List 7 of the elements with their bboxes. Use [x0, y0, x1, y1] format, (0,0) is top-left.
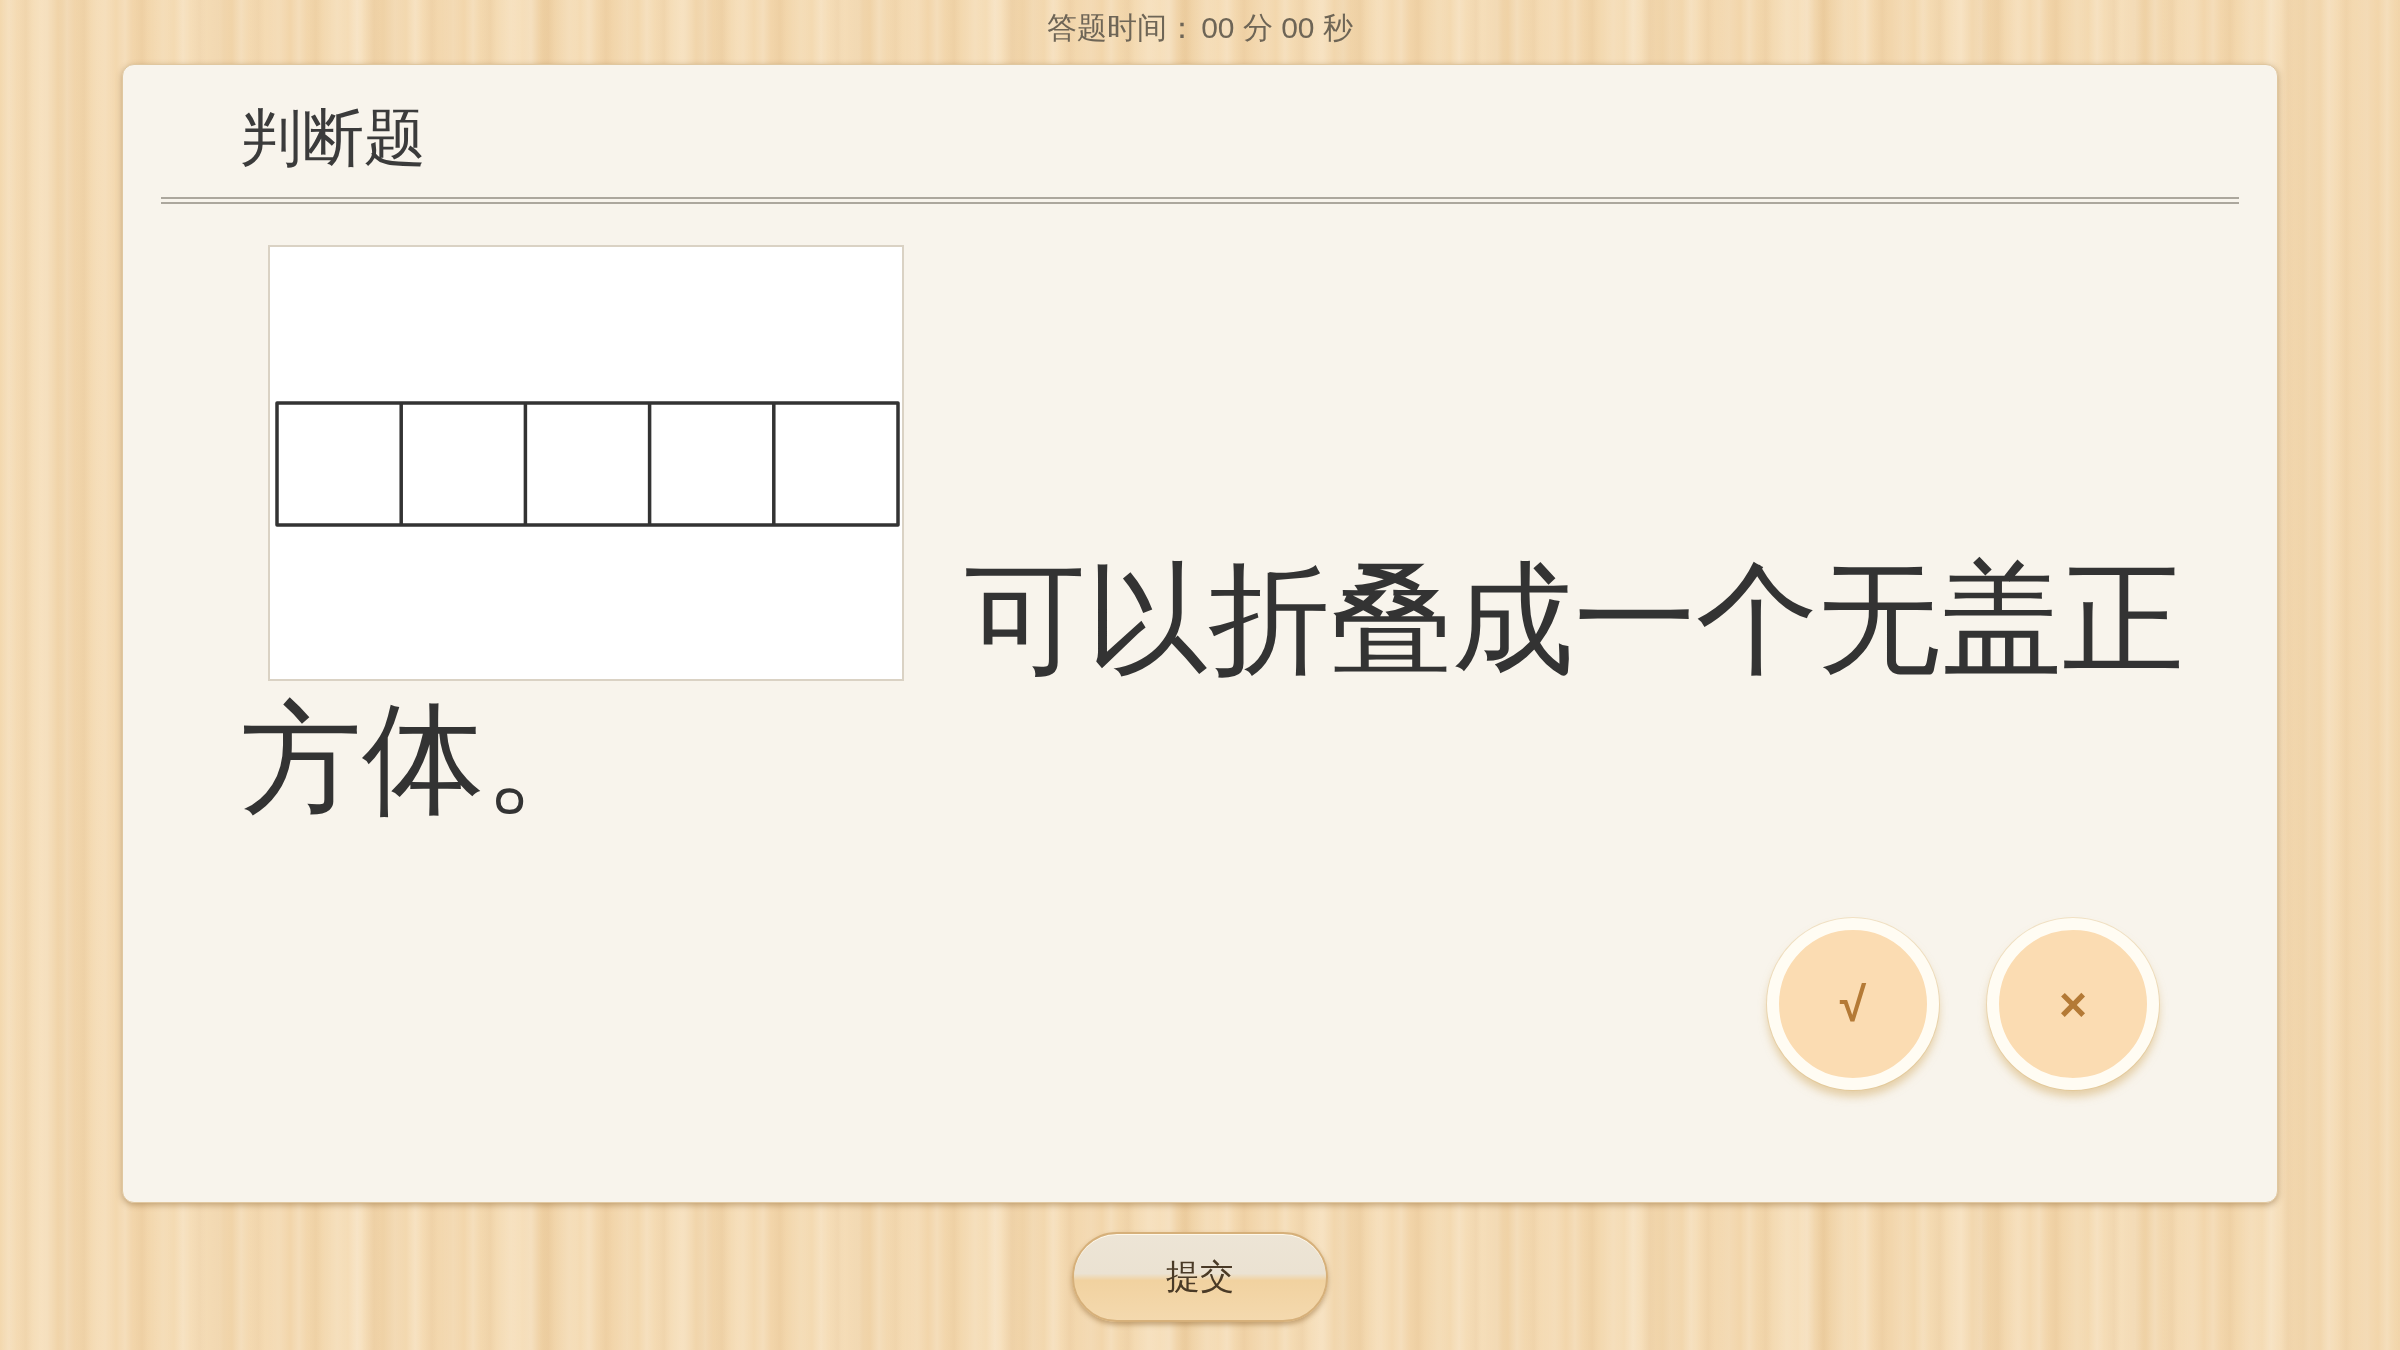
timer-label: 答题时间：: [1047, 10, 1198, 46]
submit-button[interactable]: 提交: [1072, 1231, 1328, 1322]
answer-button[interactable]: ×: [1987, 918, 2159, 1090]
answer-button[interactable]: √: [1767, 918, 1939, 1090]
question-type-title: 判断题: [240, 103, 426, 172]
question-text: 可以折叠成一个无盖正方体。: [240, 551, 2184, 827]
timer-value: 00 分 00 秒: [1201, 10, 1353, 46]
